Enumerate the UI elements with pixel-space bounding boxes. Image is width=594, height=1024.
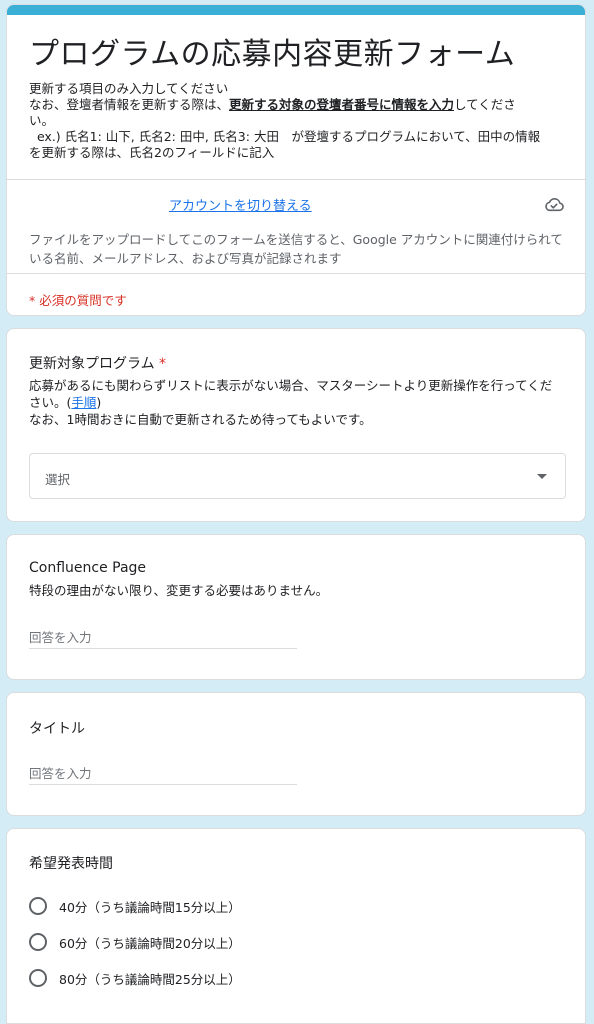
description-line: い。 [29,113,55,128]
description-line: なお、登壇者情報を更新する際は、更新する対象の登壇者番号に情報を入力してくださ [29,97,516,112]
confluence-page-input[interactable] [29,627,297,649]
cloud-check-icon [545,198,564,212]
question-description: 特段の理由がない限り、変更する必要はありません。 [29,583,329,598]
question-program-card: 更新対象プログラム * 応募があるにも関わらずリストに表示がない場合、マスターシ… [6,328,586,522]
form-header-card: プログラムの応募内容更新フォーム 更新する項目のみ入力してください なお、登壇者… [6,4,586,316]
question-confluence-card: Confluence Page 特段の理由がない限り、変更する必要はありません。 [6,534,586,680]
radio-button[interactable] [29,933,47,951]
question-time-card: 希望発表時間 40分（うち議論時間15分以上） 60分（うち議論時間20分以上）… [6,828,586,1024]
procedure-link[interactable]: 手順 [71,395,96,410]
switch-account-link[interactable]: アカウントを切り替える [169,195,312,214]
description-line: を更新する際は、氏名2のフィールドに記入 [29,145,275,160]
accent-bar [7,5,585,15]
divider [7,179,585,180]
program-select[interactable]: 選択 [29,453,566,499]
required-star: * [159,356,167,372]
dropdown-caret-icon [537,474,547,479]
option-label: 60分（うち議論時間20分以上） [59,935,241,951]
time-option[interactable]: 40分（うち議論時間15分以上） [29,896,241,916]
form-description: 更新する項目のみ入力してください なお、登壇者情報を更新する際は、更新する対象の… [29,81,564,161]
option-label: 40分（うち議論時間15分以上） [59,899,241,915]
option-label: 80分（うち議論時間25分以上） [59,971,241,987]
radio-button[interactable] [29,969,47,987]
question-title: 希望発表時間 [29,856,113,872]
required-note: * 必須の質問です [29,293,127,308]
question-title-card: タイトル [6,692,586,816]
form-title: プログラムの応募内容更新フォーム [29,37,516,72]
select-placeholder: 選択 [45,472,71,487]
divider [7,273,585,274]
question-title: Confluence Page [29,560,147,576]
description-line: 更新する項目のみ入力してください [29,81,229,96]
title-input[interactable] [29,763,297,785]
question-title: タイトル [29,721,85,737]
upload-notice: ファイルをアップロードしてこのフォームを送信すると、Google アカウントに関… [29,232,563,266]
radio-button[interactable] [29,897,47,915]
time-option[interactable]: 60分（うち議論時間20分以上） [29,932,241,952]
question-description: 応募があるにも関わらずリストに表示がない場合、マスターシートより更新操作を行って… [29,378,553,427]
time-option[interactable]: 80分（うち議論時間25分以上） [29,968,241,988]
question-title: 更新対象プログラム * [29,356,167,372]
description-line: ex.) 氏名1: 山下, 氏名2: 田中, 氏名3: 大田 が登壇するプログラ… [29,129,541,144]
emphasis-text: 更新する対象の登壇者番号に情報を入力 [229,97,455,112]
